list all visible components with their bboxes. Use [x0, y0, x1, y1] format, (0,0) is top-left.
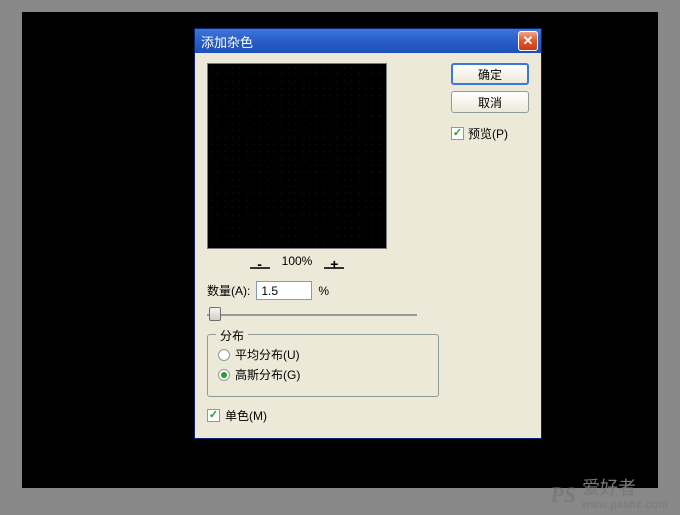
slider-thumb[interactable]	[209, 307, 221, 321]
uniform-radio[interactable]	[218, 349, 230, 361]
zoom-out-button[interactable]: -	[250, 253, 270, 269]
monochromatic-row[interactable]: 单色(M)	[207, 407, 439, 424]
slider-line	[207, 314, 417, 316]
watermark-ps: PS	[550, 482, 576, 508]
amount-unit: %	[318, 284, 329, 298]
watermark-right: 爱好者 www.psahz.com	[582, 479, 668, 511]
dialog-left-column: - 100% + 数量(A): % 分布 平均分布(U)	[207, 63, 439, 424]
dialog-title: 添加杂色	[201, 32, 253, 51]
plus-icon: +	[330, 259, 338, 269]
minus-icon: -	[257, 259, 262, 269]
watermark: PS 爱好者 www.psahz.com	[550, 479, 668, 511]
gaussian-label: 高斯分布(G)	[235, 366, 300, 383]
preview-label: 预览(P)	[468, 125, 508, 142]
cancel-button[interactable]: 取消	[451, 91, 529, 113]
zoom-percent: 100%	[282, 254, 313, 268]
preview-checkbox[interactable]	[451, 127, 464, 140]
close-button[interactable]: ✕	[518, 31, 538, 51]
close-icon: ✕	[523, 33, 534, 49]
add-noise-dialog: 添加杂色 ✕ - 100% + 数量(A): % 分布	[194, 28, 542, 439]
uniform-radio-row[interactable]: 平均分布(U)	[218, 346, 428, 363]
dialog-right-column: 确定 取消 预览(P)	[451, 63, 529, 424]
noise-preview[interactable]	[207, 63, 387, 249]
amount-label: 数量(A):	[207, 282, 250, 299]
zoom-in-button[interactable]: +	[324, 253, 344, 269]
amount-slider[interactable]	[207, 306, 417, 324]
distribution-fieldset: 分布 平均分布(U) 高斯分布(G)	[207, 334, 439, 397]
zoom-controls: - 100% +	[207, 253, 387, 269]
amount-row: 数量(A): %	[207, 281, 439, 300]
watermark-url: www.psahz.com	[582, 499, 668, 511]
amount-input[interactable]	[256, 281, 312, 300]
uniform-label: 平均分布(U)	[235, 346, 300, 363]
gaussian-radio[interactable]	[218, 369, 230, 381]
dialog-body: - 100% + 数量(A): % 分布 平均分布(U)	[195, 53, 541, 438]
ok-button[interactable]: 确定	[451, 63, 529, 85]
gaussian-radio-row[interactable]: 高斯分布(G)	[218, 366, 428, 383]
watermark-cn: 爱好者	[582, 479, 636, 499]
monochromatic-checkbox[interactable]	[207, 409, 220, 422]
preview-checkbox-row[interactable]: 预览(P)	[451, 125, 529, 142]
monochromatic-label: 单色(M)	[225, 407, 267, 424]
distribution-legend: 分布	[216, 327, 248, 344]
dialog-titlebar[interactable]: 添加杂色 ✕	[195, 29, 541, 53]
